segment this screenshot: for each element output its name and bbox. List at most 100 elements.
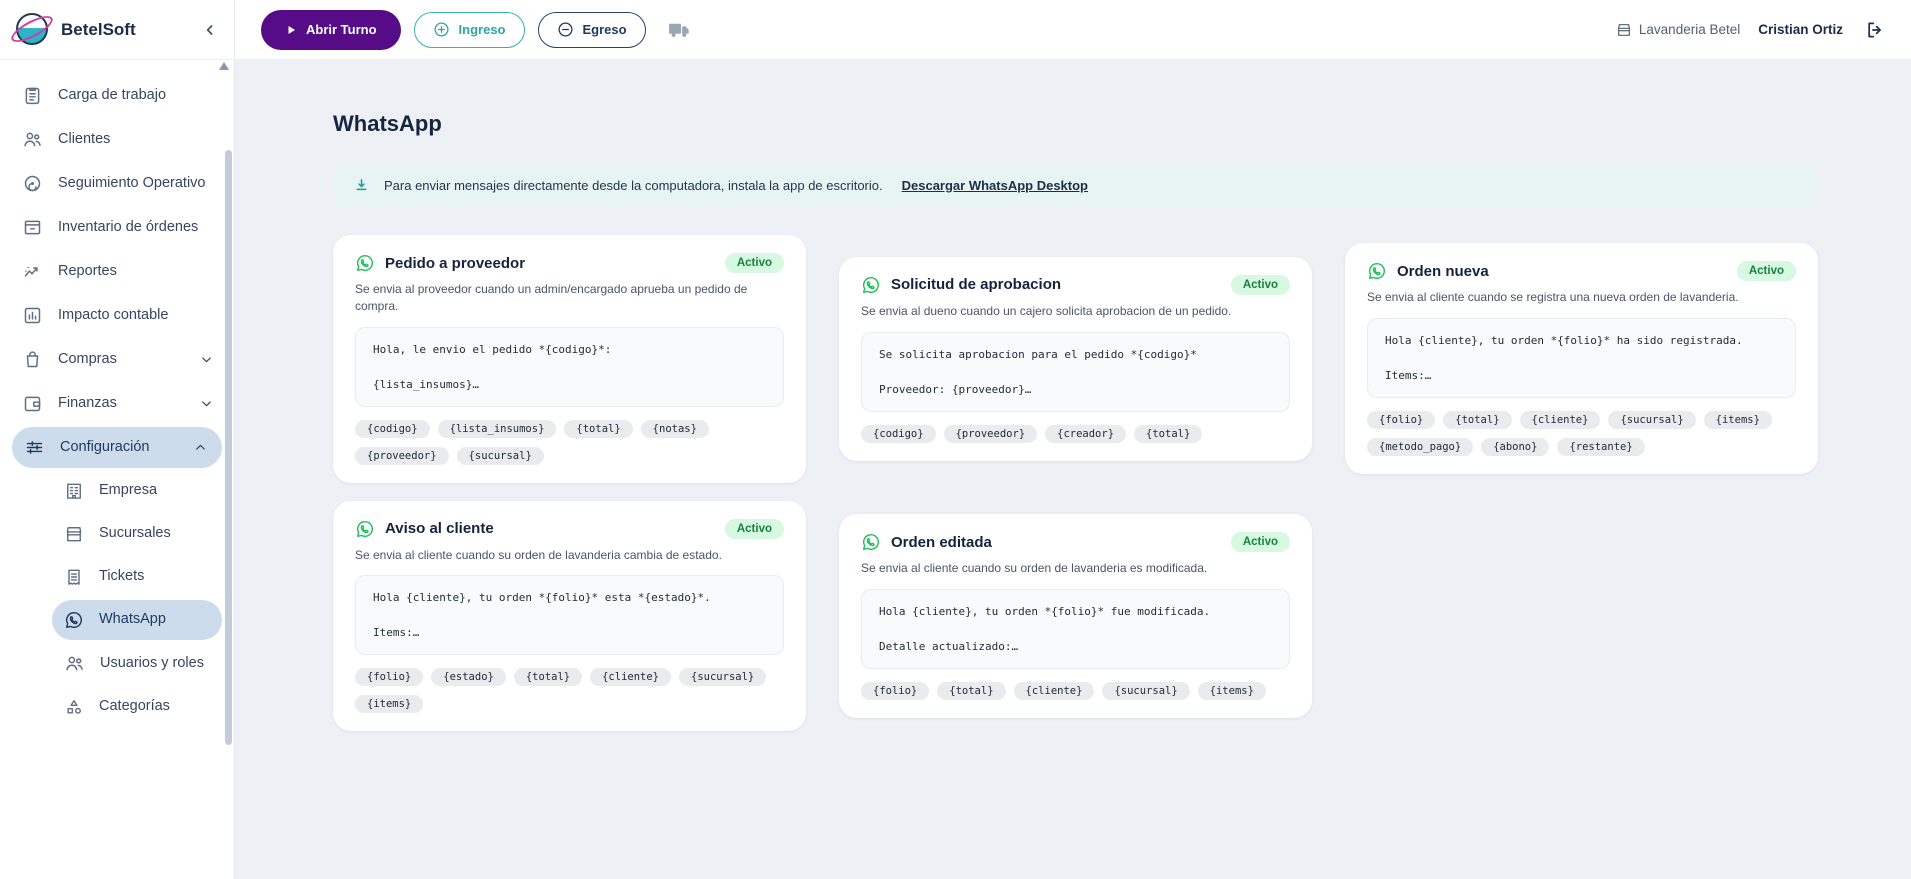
whatsapp-icon: [64, 610, 84, 630]
user-name[interactable]: Cristian Ortiz: [1758, 22, 1843, 37]
sidebar-item-label: Reportes: [58, 262, 117, 279]
placeholder-chip: {abono}: [1481, 438, 1550, 457]
sidebar-item-inventario-de-ordenes[interactable]: Inventario de órdenes: [0, 207, 234, 248]
placeholder-chip: {cliente}: [590, 668, 672, 687]
status-badge: Activo: [724, 253, 784, 273]
scroll-up-arrow[interactable]: [219, 62, 229, 70]
placeholder-chip: {cliente}: [1519, 411, 1601, 430]
sidebar-item-label: Empresa: [99, 482, 158, 499]
sidebar-item-seguimiento-operativo[interactable]: Seguimiento Operativo: [0, 163, 234, 204]
sidebar-scrollbar[interactable]: [225, 150, 232, 745]
placeholder-chip: {restante}: [1557, 438, 1645, 457]
banner-text: Para enviar mensajes directamente desde …: [384, 177, 883, 193]
circle-minus-icon: [557, 21, 574, 38]
sidebar-item-compras[interactable]: Compras: [0, 339, 234, 380]
chevron-down-icon: [199, 352, 214, 367]
placeholder-chip: {lista_insumos}: [437, 419, 557, 438]
truck-icon[interactable]: [667, 17, 692, 42]
sidebar-item-sucursales[interactable]: Sucursales: [0, 514, 234, 554]
topbar: Abrir Turno Ingreso Egreso Lavanderia Be…: [235, 0, 1911, 59]
template-description: Se envia al proveedor cuando un admin/en…: [355, 282, 748, 313]
expense-button[interactable]: Egreso: [537, 11, 646, 48]
template-title: Pedido a proveedor: [385, 254, 526, 272]
template-title: Orden editada: [891, 533, 992, 551]
card-header: Solicitud de aprobacion Activo: [861, 274, 1290, 295]
whatsapp-icon: [355, 519, 375, 539]
template-card: Aviso al cliente Activo Se envia al clie…: [333, 500, 806, 732]
sidebar-item-label: Impacto contable: [58, 306, 169, 323]
placeholder-chip: {total}: [564, 419, 633, 438]
message-preview[interactable]: Se solicita aprobacion para el pedido *{…: [861, 331, 1290, 412]
sidebar-item-empresa[interactable]: Empresa: [0, 471, 234, 511]
sidebar-item-clientes[interactable]: Clientes: [0, 119, 234, 160]
sidebar-item-tickets[interactable]: Tickets: [0, 557, 234, 597]
wallet-icon: [22, 393, 43, 414]
betelsoft-logo-icon: [7, 10, 57, 47]
placeholder-chip: {estado}: [431, 668, 506, 687]
message-preview[interactable]: Hola {cliente}, tu orden *{folio}* esta …: [355, 575, 784, 656]
card-header: Orden editada Activo: [861, 532, 1290, 553]
placeholder-chip: {total}: [513, 668, 583, 687]
sidebar-item-label: WhatsApp: [99, 611, 166, 628]
placeholder-chip: {sucursal}: [679, 668, 767, 687]
sidebar-item-reportes[interactable]: Reportes: [0, 251, 234, 292]
placeholder-chip: {folio}: [861, 681, 930, 700]
main-content: WhatsApp Para enviar mensajes directamen…: [235, 59, 1911, 879]
sidebar-collapse-button[interactable]: [202, 22, 218, 38]
message-preview[interactable]: Hola {cliente}, tu orden *{folio}* ha si…: [1367, 318, 1796, 399]
building-icon: [64, 481, 84, 501]
income-button[interactable]: Ingreso: [413, 11, 525, 48]
ticket-icon: [64, 567, 84, 587]
open-shift-button[interactable]: Abrir Turno: [261, 9, 401, 50]
status-badge: Activo: [1230, 274, 1290, 295]
chevron-up-icon: [193, 440, 208, 455]
sidebar-item-finanzas[interactable]: Finanzas: [0, 383, 234, 424]
sidebar: BetelSoft Carga de trabajo Clientes Segu…: [0, 0, 235, 879]
message-line: Proveedor: {proveedor}…: [879, 382, 1032, 396]
sidebar-item-label: Compras: [58, 350, 117, 367]
income-label: Ingreso: [458, 22, 506, 37]
download-icon: [353, 177, 370, 194]
sidebar-header: BetelSoft: [0, 0, 234, 60]
expense-label: Egreso: [582, 22, 627, 37]
app-title: BetelSoft: [61, 19, 136, 39]
store-icon: [1616, 22, 1632, 38]
sidebar-item-carga-de-trabajo[interactable]: Carga de trabajo: [0, 75, 234, 116]
message-line: Hola {cliente}, tu orden *{folio}* esta …: [373, 591, 711, 605]
placeholder-chip: {total}: [1443, 411, 1512, 430]
shapes-icon: [64, 697, 84, 717]
download-whatsapp-link[interactable]: Descargar WhatsApp Desktop: [902, 178, 1088, 193]
message-line: Hola {cliente}, tu orden *{folio}* fue m…: [879, 604, 1211, 618]
message-preview[interactable]: Hola, le envio el pedido *{codigo}*: {li…: [355, 326, 784, 407]
sidebar-item-impacto-contable[interactable]: Impacto contable: [0, 295, 234, 336]
desktop-app-banner: Para enviar mensajes directamente desde …: [333, 164, 1818, 206]
sidebar-nav: Carga de trabajo Clientes Seguimiento Op…: [0, 60, 234, 879]
placeholder-chip: {metodo_pago}: [1367, 438, 1474, 457]
placeholder-chip: {folio}: [355, 668, 424, 687]
sidebar-item-whatsapp[interactable]: WhatsApp: [52, 600, 222, 640]
card-header: Pedido a proveedor Activo: [355, 253, 784, 273]
sidebar-item-usuarios-y-roles[interactable]: Usuarios y roles: [0, 643, 234, 684]
template-card: Solicitud de aprobacion Activo Se envia …: [839, 256, 1312, 461]
message-line: Hola {cliente}, tu orden *{folio}* ha si…: [1385, 334, 1743, 348]
whatsapp-icon: [1367, 261, 1387, 281]
open-shift-label: Abrir Turno: [306, 22, 377, 37]
placeholder-chip: {items}: [355, 695, 424, 714]
sidebar-item-configuracion[interactable]: Configuración: [12, 427, 222, 468]
branch-indicator[interactable]: Lavanderia Betel: [1616, 22, 1740, 38]
placeholder-chip: {items}: [1197, 681, 1266, 700]
template-title: Orden nueva: [1397, 262, 1489, 280]
placeholder-chip: {total}: [1134, 424, 1203, 443]
play-icon: [285, 24, 297, 36]
users-icon: [64, 653, 85, 674]
placeholder-chip: {cliente}: [1013, 681, 1095, 700]
sidebar-item-categorias[interactable]: Categorías: [0, 687, 234, 727]
template-title: Aviso al cliente: [385, 520, 494, 538]
message-line: Items:…: [1385, 369, 1432, 383]
placeholder-chips: {codigo} {proveedor} {creador} {total}: [861, 424, 1290, 443]
logout-icon[interactable]: [1865, 20, 1885, 40]
sidebar-item-label: Configuración: [60, 438, 150, 455]
message-preview[interactable]: Hola {cliente}, tu orden *{folio}* fue m…: [861, 588, 1290, 669]
sliders-icon: [24, 437, 45, 458]
template-description: Se envia al cliente cuando su orden de l…: [355, 547, 722, 562]
